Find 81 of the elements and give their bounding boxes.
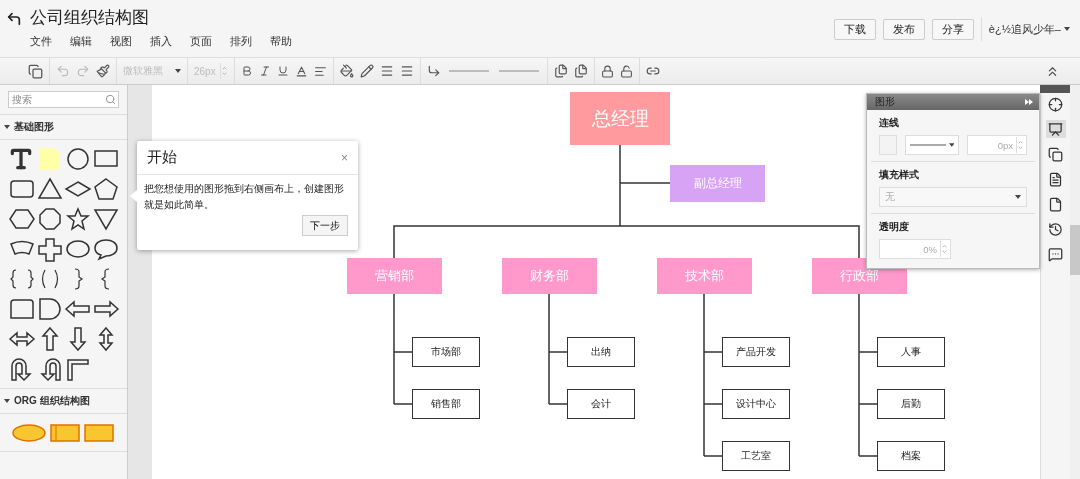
underline-icon[interactable] <box>277 65 289 77</box>
org-node: 产品开发 <box>722 337 790 367</box>
pencil-icon[interactable] <box>360 64 374 78</box>
corner-shape-icon[interactable] <box>64 356 92 382</box>
section-header[interactable]: ORG 组织结构图 <box>0 388 127 414</box>
fill-bucket-icon[interactable] <box>340 64 354 78</box>
search-icon <box>105 94 116 105</box>
font-color-icon[interactable] <box>295 64 308 78</box>
org-node: 副总经理 <box>670 165 765 202</box>
org-node: 市场部 <box>412 337 480 367</box>
section-label: 透明度 <box>879 220 910 234</box>
org-node: 出纳 <box>567 337 635 367</box>
document-title: 公司组织结构图 <box>30 7 150 29</box>
org-node: 工艺室 <box>722 441 790 471</box>
section-title: 基础图形 <box>14 120 54 134</box>
menu-item[interactable]: 插入 <box>150 34 172 49</box>
section-header[interactable]: 基础图形 <box>0 114 127 140</box>
caret-down-icon <box>4 398 10 404</box>
double-chevron-icon[interactable] <box>1025 99 1033 105</box>
unlock-icon[interactable] <box>620 64 633 78</box>
d-shape-icon[interactable] <box>36 296 64 322</box>
line-preview-icon <box>910 143 946 147</box>
org-node: 档案 <box>877 441 945 471</box>
caret-down-icon <box>1064 26 1070 32</box>
star-icon[interactable] <box>64 206 92 232</box>
menu-item[interactable]: 排列 <box>230 34 252 49</box>
section-label: 连线 <box>879 116 900 130</box>
color-swatch[interactable] <box>879 135 898 155</box>
connector-icon[interactable] <box>427 64 441 78</box>
org-node: 技术部 <box>657 258 752 294</box>
circle-icon[interactable] <box>64 146 92 172</box>
pentagon-icon[interactable] <box>92 176 120 202</box>
tab-shape-icon[interactable] <box>8 296 36 322</box>
next-step-button[interactable]: 下一步 <box>302 215 348 236</box>
back-arrow-icon[interactable] <box>6 11 22 27</box>
menu-item[interactable]: 页面 <box>190 34 212 49</box>
caret-down-icon <box>1015 194 1021 200</box>
caret-down-icon <box>948 142 955 148</box>
line-style-icon[interactable] <box>400 64 414 78</box>
menu-item[interactable]: 文件 <box>30 34 52 49</box>
org-node: 会计 <box>567 389 635 419</box>
org-node: 设计中心 <box>722 389 790 419</box>
menu-item[interactable]: 视图 <box>110 34 132 49</box>
lock-icon[interactable] <box>601 64 614 78</box>
align-icon[interactable] <box>314 64 327 78</box>
panel-title: 图形 <box>875 95 895 109</box>
org-node: 营销部 <box>347 258 442 294</box>
cross-icon[interactable] <box>36 236 64 262</box>
org-node: 人事 <box>877 337 945 367</box>
link-icon[interactable] <box>646 64 660 78</box>
speech-bubble-icon[interactable] <box>92 236 120 262</box>
tooltip-text: 把您想使用的图形拖到右侧画布上，创建图形就是如此简单。 <box>143 182 345 212</box>
bold-icon[interactable] <box>241 65 253 77</box>
org-node: 财务部 <box>502 258 597 294</box>
tooltip-title: 开始 <box>147 148 177 167</box>
hexagon-icon[interactable] <box>8 206 36 232</box>
italic-icon[interactable] <box>259 65 271 77</box>
braces-icon[interactable] <box>8 266 36 292</box>
org-node: 销售部 <box>412 389 480 419</box>
org-node: 总经理 <box>570 92 670 145</box>
section-label: 填充样式 <box>879 168 920 182</box>
caret-down-icon <box>175 68 181 74</box>
menu-item[interactable]: 帮助 <box>270 34 292 49</box>
caret-down-icon <box>4 124 10 130</box>
header-button[interactable]: 分享 <box>931 18 974 40</box>
section-title: ORG 组织结构图 <box>14 394 90 408</box>
ellipse-shape-icon[interactable] <box>12 424 46 442</box>
octagon-icon[interactable] <box>36 206 64 232</box>
format-painter-icon[interactable] <box>96 64 110 78</box>
header-button[interactable]: 发布 <box>882 18 925 40</box>
user-menu[interactable]: è¿½追风少年– <box>988 21 1070 37</box>
scrollbar-thumb[interactable] <box>1070 225 1080 275</box>
org-node: 后勤 <box>877 389 945 419</box>
inverted-triangle-icon[interactable] <box>92 206 120 232</box>
line-start-icon[interactable] <box>447 67 491 75</box>
menu-item[interactable]: 编辑 <box>70 34 92 49</box>
triangle-icon[interactable] <box>36 176 64 202</box>
search-field[interactable]: 搜索 <box>8 91 119 108</box>
header-button[interactable]: 下载 <box>833 18 876 40</box>
close-button[interactable]: × <box>341 150 348 165</box>
line-weight-icon[interactable] <box>380 64 394 78</box>
